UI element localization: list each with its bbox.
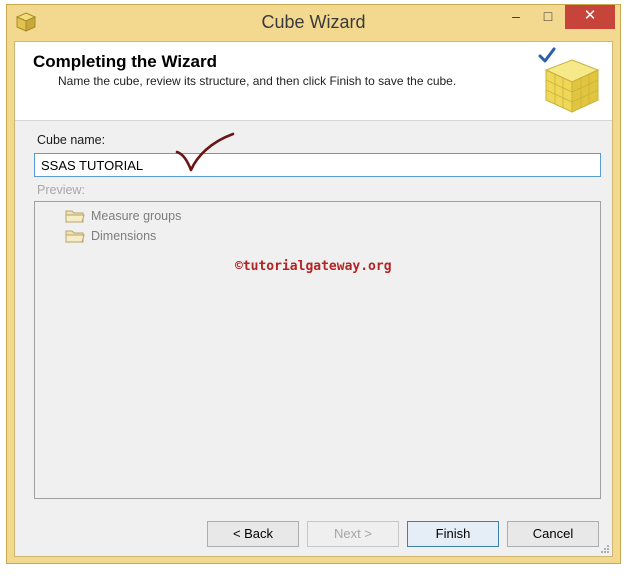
cancel-button[interactable]: Cancel (507, 521, 599, 547)
cube-name-input[interactable] (34, 153, 601, 177)
resize-grip-icon[interactable] (600, 544, 610, 554)
folder-icon (65, 210, 85, 223)
preview-tree[interactable]: Measure groups Dimensions ©tutorialgatew… (34, 201, 601, 499)
maximize-button[interactable]: □ (533, 5, 563, 29)
tree-item-label: Measure groups (91, 209, 182, 223)
finish-button[interactable]: Finish (407, 521, 499, 547)
page-title: Completing the Wizard (33, 52, 218, 71)
cube-name-label: Cube name: (37, 133, 106, 147)
handwritten-check-icon (175, 132, 235, 172)
tree-item-label: Dimensions (91, 229, 157, 243)
minimize-button[interactable]: – (501, 5, 531, 29)
next-button[interactable]: Next > (307, 521, 399, 547)
cube-wizard-window: Cube Wizard – □ ✕ Completing the Wizard … (6, 4, 621, 564)
wizard-body: Completing the Wizard Name the cube, rev… (14, 41, 613, 557)
close-button[interactable]: ✕ (565, 5, 615, 29)
page-subtitle: Name the cube, review its structure, and… (58, 74, 457, 88)
wizard-header: Completing the Wizard Name the cube, rev… (15, 42, 612, 121)
preview-label: Preview: (37, 183, 85, 197)
folder-icon (65, 230, 85, 243)
back-button[interactable]: < Back (207, 521, 299, 547)
cube-check-icon (538, 47, 600, 113)
title-bar[interactable]: Cube Wizard – □ ✕ (7, 5, 620, 41)
watermark: ©tutorialgateway.org (235, 259, 392, 274)
